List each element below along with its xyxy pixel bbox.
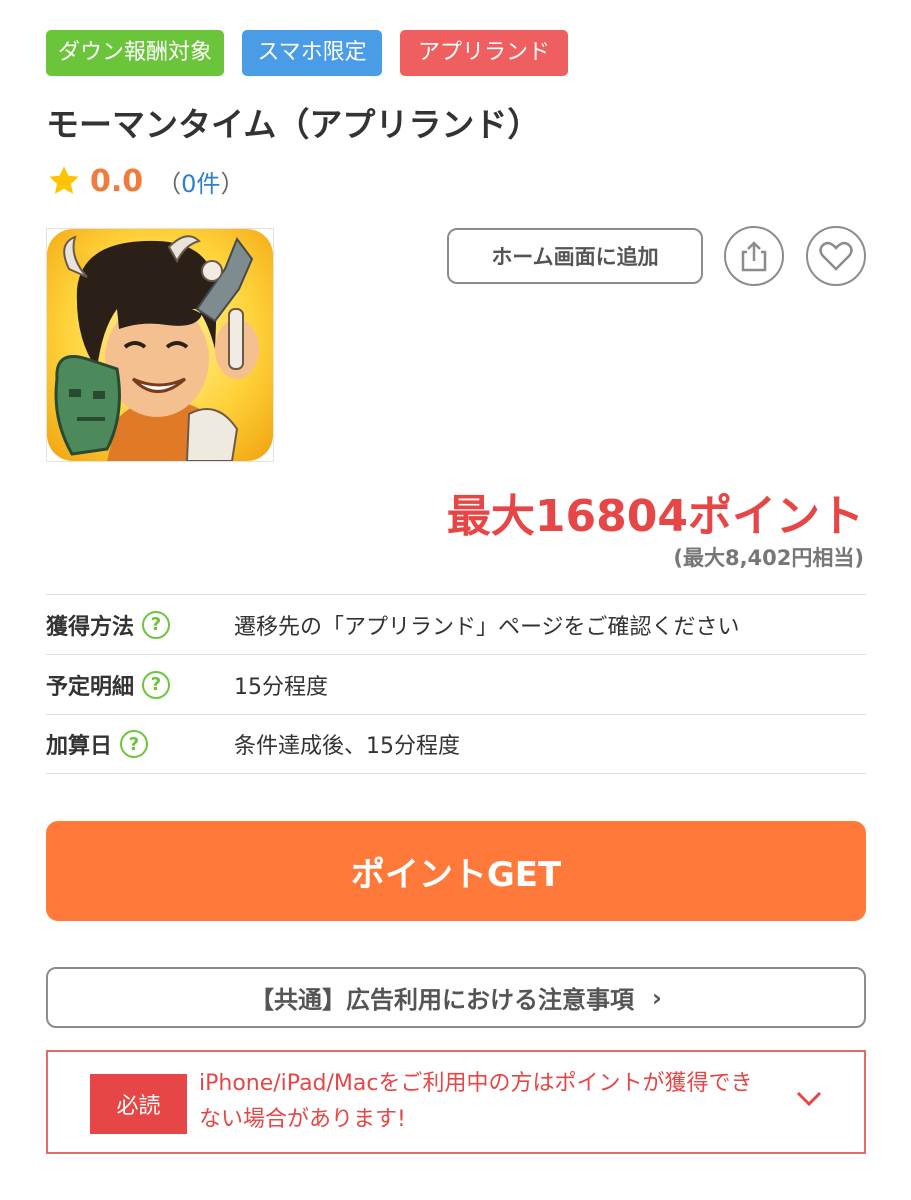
help-icon[interactable]: ? [120,730,149,758]
favorite-button[interactable] [806,226,866,286]
ad-notice-label: 【共通】広告利用における注意事項 [250,986,635,1014]
info-row-method: 獲得方法? 遷移先の「アプリランド」ページをご確認ください [46,594,866,654]
points-yen-equivalent: (最大8,402円相当) [673,546,864,570]
tag-smartphone-only: スマホ限定 [242,30,382,76]
info-label-method: 獲得方法? [46,609,234,641]
chevron-down-icon[interactable] [795,1090,823,1108]
rating: 0.0 （0件） [46,163,244,199]
share-button[interactable] [724,226,784,286]
must-read-text: iPhone/iPad/Macをご利用中の方はポイントが獲得できない場合がありま… [199,1071,753,1132]
info-label-schedule: 予定明細? [46,669,234,701]
must-read-badge: 必読 [90,1074,187,1134]
info-value-method: 遷移先の「アプリランド」ページをご確認ください [234,614,740,640]
app-icon [46,228,274,462]
help-icon[interactable]: ? [142,670,171,699]
tag-download-reward: ダウン報酬対象 [46,30,224,76]
info-label-text: 獲得方法 [46,614,135,640]
review-count: 0件 [181,169,221,198]
info-value-schedule: 15分程度 [234,674,328,700]
info-label-text: 予定明細 [46,674,135,700]
star-icon [49,166,79,194]
max-points: 最大16804ポイント [446,491,864,542]
chevron-right-icon: › [652,983,662,1012]
info-label-text: 加算日 [46,734,113,759]
info-table: 獲得方法? 遷移先の「アプリランド」ページをご確認ください 予定明細? 15分程… [46,594,866,774]
heart-icon [819,241,853,271]
rating-value: 0.0 [90,163,144,199]
info-value-credit-date: 条件達成後、15分程度 [234,734,460,759]
paren-close: ） [220,169,245,198]
page-title: モーマンタイム（アプリランド） [46,105,541,144]
caveman-illustration [47,229,273,461]
tag-appliland: アプリランド [400,30,568,76]
info-row-credit-date: 加算日? 条件達成後、15分程度 [46,714,866,774]
tag-list: ダウン報酬対象 スマホ限定 アプリランド [46,30,568,76]
paren-open: （ [157,169,182,198]
info-row-schedule: 予定明細? 15分程度 [46,654,866,714]
must-read-panel[interactable]: 必読 iPhone/iPad/Macをご利用中の方はポイントが獲得できない場合が… [46,1050,866,1154]
help-icon[interactable]: ? [142,610,171,639]
add-to-home-button[interactable]: ホーム画面に追加 [447,228,703,284]
info-label-credit-date: 加算日? [46,728,234,760]
review-count-link[interactable]: （0件） [157,164,244,199]
ad-notice-button[interactable]: 【共通】広告利用における注意事項 › [46,967,866,1028]
share-icon [741,241,767,272]
get-points-button[interactable]: ポイントGET [46,821,866,921]
